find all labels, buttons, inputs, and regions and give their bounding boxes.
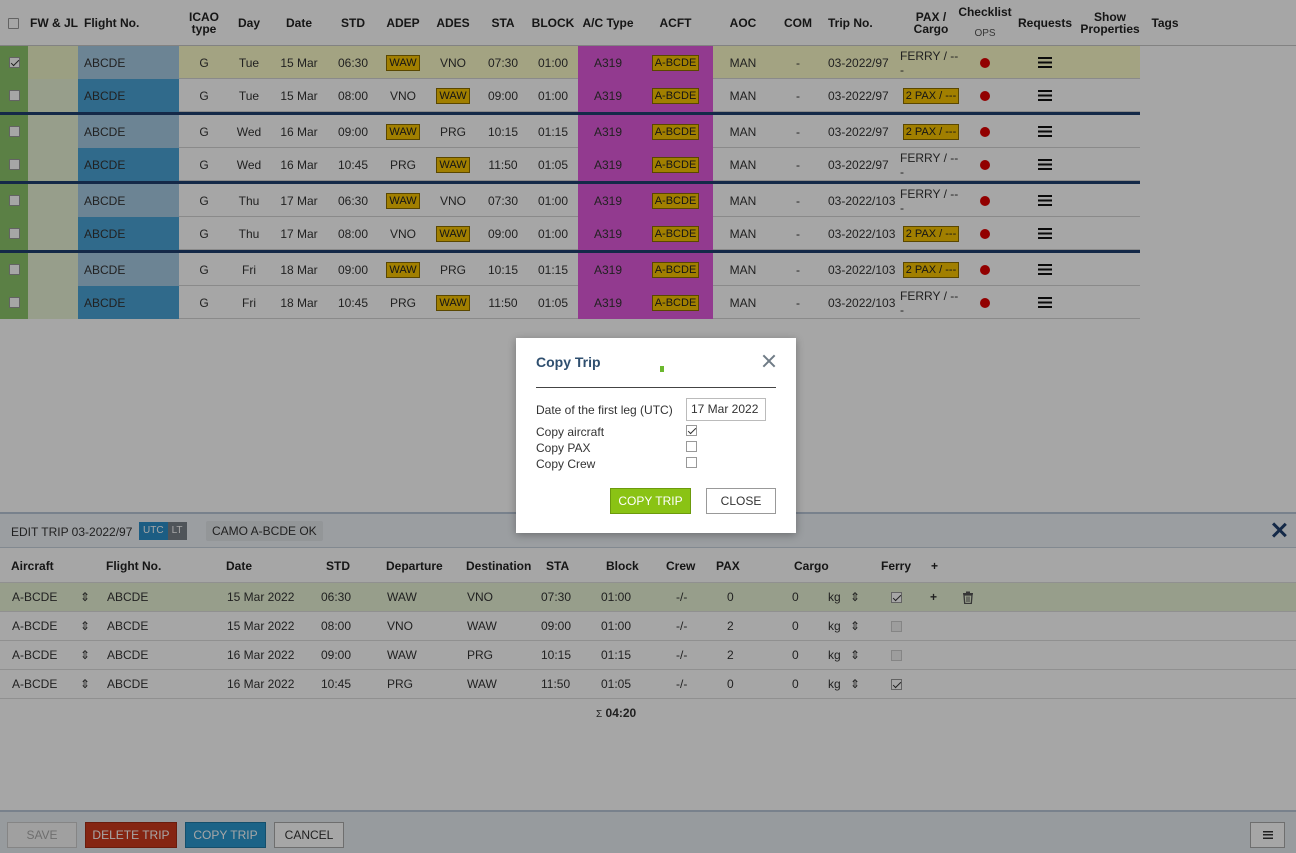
dialog-title: Copy Trip: [536, 354, 601, 370]
loading-indicator: [660, 366, 664, 372]
copy-crew-checkbox[interactable]: [686, 457, 697, 468]
copy-aircraft-label: Copy aircraft: [536, 425, 605, 439]
date-label: Date of the first leg (UTC): [536, 403, 673, 417]
copy-pax-label: Copy PAX: [536, 441, 591, 455]
copy-pax-checkbox[interactable]: [686, 441, 697, 452]
copy-trip-dialog: Copy Trip Date of the first leg (UTC) 17…: [516, 338, 796, 533]
copy-crew-label: Copy Crew: [536, 457, 596, 471]
copy-aircraft-checkbox[interactable]: [686, 425, 697, 436]
copy-trip-confirm-button[interactable]: COPY TRIP: [610, 488, 691, 514]
close-button[interactable]: CLOSE: [706, 488, 776, 514]
dialog-divider: [536, 387, 776, 388]
first-leg-date-input[interactable]: 17 Mar 2022: [686, 398, 766, 421]
close-icon[interactable]: [762, 354, 776, 368]
